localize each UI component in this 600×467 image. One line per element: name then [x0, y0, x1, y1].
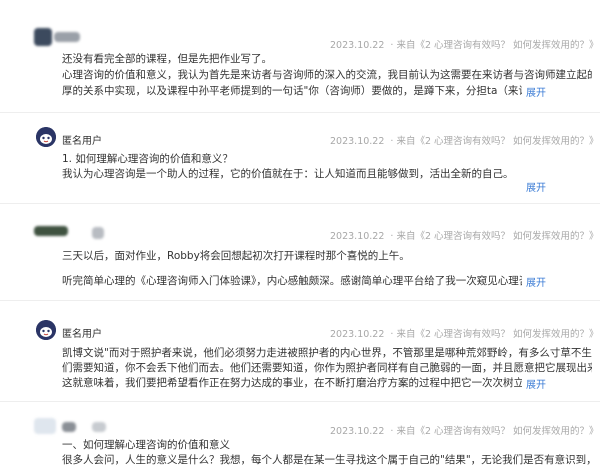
expand-button[interactable]: 展开	[526, 84, 546, 99]
username	[62, 422, 76, 432]
expand-button[interactable]: 展开	[526, 274, 546, 289]
comment-text: 凯博文说"而对于照护者来说，他们必须努力走进被照护者的内心世界，不管那里是哪种荒…	[62, 347, 592, 359]
divider	[0, 300, 600, 301]
comment-meta: 2023.10.22 · 来自《2 心理咨询有效吗？ 如何发挥效用的？》	[330, 423, 599, 437]
comment-meta: 2023.10.22 · 来自《2 心理咨询有效吗？ 如何发挥效用的？》	[330, 133, 599, 147]
avatar[interactable]	[34, 28, 52, 46]
expand-button[interactable]: 展开	[526, 376, 546, 391]
anonymous-avatar-icon	[36, 320, 56, 340]
divider	[0, 203, 600, 204]
comment-text: 1. 如何理解心理咨询的价值和意义？	[62, 153, 233, 165]
comment-source[interactable]: · 来自《2 心理咨询有效吗？ 如何发挥效用的？》	[390, 231, 598, 242]
comment-meta: 2023.10.22 · 来自《2 心理咨询有效吗？ 如何发挥效用的？》	[330, 326, 599, 340]
comment-source[interactable]: · 来自《2 心理咨询有效吗？ 如何发挥效用的？》	[390, 329, 598, 340]
comment-source[interactable]: · 来自《2 心理咨询有效吗？ 如何发挥效用的？》	[390, 136, 598, 147]
username: 匿名用户	[62, 136, 102, 147]
comment-text: 听完简单心理的《心理咨询师入门体验课》，内心感触颇深。感谢简单心理平台给了我一次…	[62, 275, 522, 287]
comment-source[interactable]: · 来自《2 心理咨询有效吗？ 如何发挥效用的？》	[390, 40, 598, 51]
comment-card: 2023.10.22 · 来自《2 心理咨询有效吗？ 如何发挥效用的？》 一、如何…	[0, 0, 600, 466]
username	[54, 32, 80, 42]
divider	[0, 112, 600, 113]
username: 匿名用户	[62, 329, 102, 340]
comment-meta: 2023.10.22 · 来自《2 心理咨询有效吗？ 如何发挥效用的？》	[330, 228, 599, 242]
comment-date: 2023.10.22	[330, 329, 385, 340]
expand-button[interactable]: 展开	[526, 179, 546, 194]
comment-date: 2023.10.22	[330, 231, 385, 242]
comment-meta: 2023.10.22 · 来自《2 心理咨询有效吗？ 如何发挥效用的？》	[330, 37, 599, 51]
username	[92, 227, 104, 239]
comment-text: 厚的关系中实现，以及课程中孙平老师提到的一句话"你（咨询师）要做的，是蹲下来，分…	[62, 85, 522, 97]
comment-text: 心理咨询的价值和意义，我认为首先是来访者与咨询师的深入的交流，我目前认为这需要在…	[62, 69, 592, 81]
comment-date: 2023.10.22	[330, 40, 385, 51]
comment-text: 三天以后，面对作业，Robby将会回想起初次打开课程时那个喜悦的上午。	[62, 250, 410, 262]
comment-text: 还没有看完全部的课程，但是先把作业写了。	[62, 53, 272, 65]
comment-date: 2023.10.22	[330, 426, 385, 437]
anonymous-avatar-icon	[36, 127, 56, 147]
comment-text: 们需要知道，你不会丢下他们而去。他们还需要知道，你作为照护者同样有自己脆弱的一面…	[62, 362, 592, 374]
comment-text: 我认为心理咨询是一个助人的过程，它的价值就在于：让人知道而且能够做到，活出全新的…	[62, 168, 514, 180]
divider	[0, 401, 600, 402]
comment-source[interactable]: · 来自《2 心理咨询有效吗？ 如何发挥效用的？》	[390, 426, 598, 437]
avatar[interactable]	[34, 418, 56, 434]
comment-text: 很多人会问，人生的意义是什么？我想，每个人都是在某一生寻找这个属于自己的"结果"…	[62, 454, 592, 466]
comment-text: 一、如何理解心理咨询的价值和意义	[62, 439, 230, 451]
username	[92, 422, 106, 432]
comment-text: 这就意味着，我们要把希望看作正在努力达成的事业，在不断打磨治疗方案的过程中把它一…	[62, 377, 522, 389]
comment-date: 2023.10.22	[330, 136, 385, 147]
avatar[interactable]	[34, 226, 68, 236]
comment-card: 2023.10.22 · 来自《2 心理咨询有效吗？ 如何发挥效用的？》 还没有看…	[0, 0, 600, 105]
